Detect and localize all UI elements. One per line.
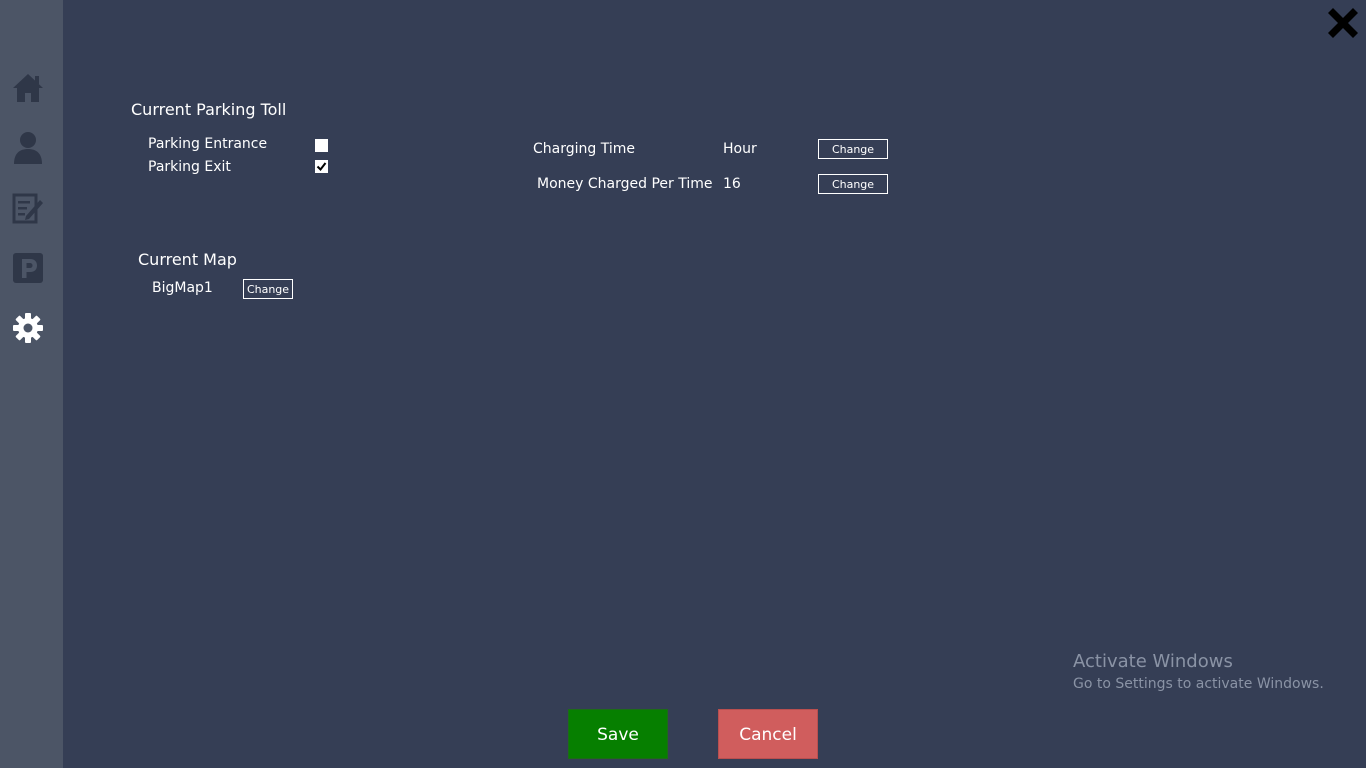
parking-entrance-label: Parking Entrance [148, 136, 268, 152]
gear-icon [12, 312, 44, 344]
map-change-button[interactable]: Change [243, 279, 293, 299]
money-charged-label: Money Charged Per Time [537, 176, 713, 192]
parking-exit-checkbox[interactable] [315, 160, 328, 173]
money-charged-change-button[interactable]: Change [818, 174, 888, 194]
money-charged-value: 16 [723, 176, 741, 192]
edit-icon [12, 192, 44, 224]
charging-time-change-button[interactable]: Change [818, 139, 888, 159]
save-button[interactable]: Save [568, 709, 668, 759]
activate-windows-subtitle: Go to Settings to activate Windows. [1073, 676, 1324, 692]
charging-time-value: Hour [723, 141, 757, 157]
current-map-value: BigMap1 [152, 280, 213, 296]
parking-toll-title: Current Parking Toll [131, 100, 287, 119]
close-button[interactable] [1324, 4, 1362, 42]
home-icon [11, 72, 45, 104]
sidebar-item-home[interactable] [10, 70, 46, 106]
parking-exit-label: Parking Exit [148, 159, 231, 175]
sidebar-item-user[interactable] [10, 130, 46, 166]
checkmark-icon [316, 162, 327, 172]
current-map-title: Current Map [138, 250, 237, 269]
sidebar [0, 0, 63, 768]
user-icon [13, 131, 43, 165]
parking-entrance-checkbox[interactable] [315, 139, 328, 152]
cancel-button[interactable]: Cancel [718, 709, 818, 759]
close-icon [1324, 8, 1362, 46]
sidebar-item-edit[interactable] [10, 190, 46, 226]
parking-icon [12, 252, 44, 284]
sidebar-item-parking[interactable] [10, 250, 46, 286]
charging-time-label: Charging Time [533, 141, 635, 157]
sidebar-item-settings[interactable] [10, 310, 46, 346]
activate-windows-title: Activate Windows [1073, 651, 1233, 672]
